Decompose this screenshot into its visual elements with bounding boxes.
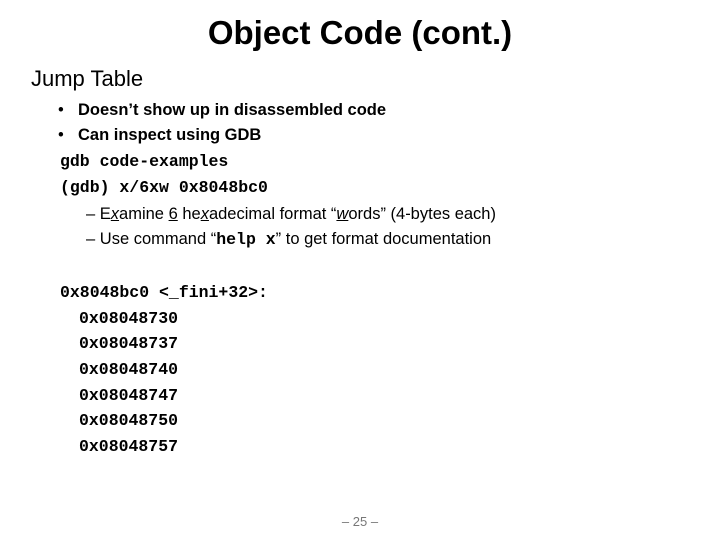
- bullet-item: • Can inspect using GDB: [58, 126, 261, 145]
- dump-value: 0x08048737: [79, 334, 179, 353]
- bullet-icon: •: [58, 101, 64, 119]
- text-fragment: he: [177, 205, 201, 223]
- bullet-item: • Doesn’t show up in disassembled code: [58, 101, 386, 120]
- dump-header: 0x8048bc0 <_fini+32>:: [60, 283, 268, 302]
- slide-title: Object Code (cont.): [207, 14, 513, 51]
- text-fragment: ords” (4-bytes each): [348, 205, 496, 223]
- underlined-number: 6: [168, 205, 178, 223]
- underlined-letter: x: [200, 205, 209, 223]
- section-heading: Jump Table: [31, 66, 144, 91]
- dump-value: 0x08048730: [79, 309, 179, 328]
- command-line: (gdb) x/6xw 0x8048bc0: [60, 178, 268, 197]
- text-fragment: amine: [119, 205, 169, 223]
- text-fragment: ” to get format documentation: [275, 230, 492, 248]
- dash-marker: –: [86, 205, 96, 223]
- inline-command: help x: [216, 230, 276, 249]
- bullet-text: Doesn’t show up in disassembled code: [78, 101, 387, 119]
- bullet-text: Can inspect using GDB: [78, 126, 262, 144]
- text-fragment: Use command “: [99, 230, 217, 248]
- text-fragment: E: [99, 205, 111, 223]
- sub-item-examine: – Examine 6 hexadecimal format “words” (…: [86, 205, 496, 224]
- bullet-icon: •: [58, 126, 64, 144]
- dump-value: 0x08048750: [79, 411, 179, 430]
- sub-item-help: – Use command “help x” to get format doc…: [86, 230, 491, 249]
- underlined-letter: w: [336, 205, 349, 223]
- dash-marker: –: [86, 230, 96, 248]
- page-number: – 25 –: [341, 514, 379, 529]
- dump-value: 0x08048740: [79, 360, 179, 379]
- dump-value: 0x08048757: [79, 437, 179, 456]
- text-fragment: adecimal format “: [208, 205, 337, 223]
- dump-value: 0x08048747: [79, 386, 179, 405]
- underlined-letter: x: [110, 205, 120, 223]
- command-line: gdb code-examples: [60, 152, 229, 171]
